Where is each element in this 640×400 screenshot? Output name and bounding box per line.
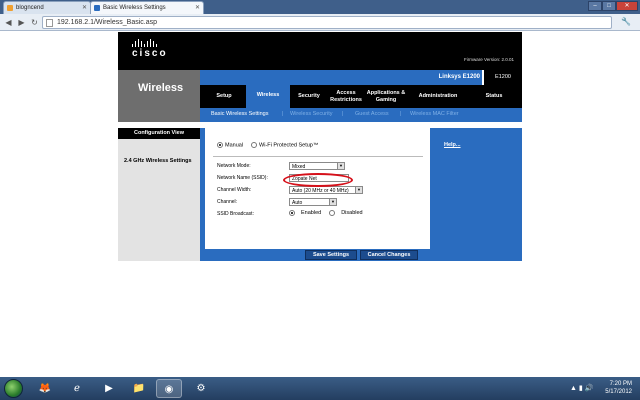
chrome-icon[interactable]: ◉ [156,379,182,398]
network-mode-select[interactable]: Mixed ▼ [289,162,345,170]
network-mode-label: Network Mode: [217,163,251,169]
model-short: E1200 [482,70,522,85]
clock-time: 7:20 PM [609,381,632,387]
subtab-separator: | [400,111,402,117]
windows-taskbar: 🦊 ℯ ▶ 📁 ◉ ⚙ ▲ ▮ 🔊 7:20 PM 5/17/2012 [0,377,640,400]
tab-security[interactable]: Security [290,85,328,108]
tab-label: blogncend [16,5,44,11]
left-panel: Configuration View 2.4 GHz Wireless Sett… [118,128,200,261]
firmware-version: Firmware Version: 2.0.01 [463,57,514,62]
tab-wireless[interactable]: Wireless [246,82,290,108]
tab-access-restrictions[interactable]: Access Restrictions [328,85,364,108]
broadcast-disabled-radio[interactable] [329,210,336,216]
network-mode-value: Mixed [292,164,306,170]
tab-label: Basic Wireless Settings [103,5,166,11]
section-title: Wireless [138,82,184,94]
close-window-icon[interactable]: ✕ [616,1,638,11]
subtab-basic-wireless[interactable]: Basic Wireless Settings [211,111,268,117]
window-controls: – □ ✕ [588,1,638,11]
cisco-header: cisco Firmware Version: 2.0.01 [118,32,522,70]
subtab-mac-filter[interactable]: Wireless MAC Filter [410,111,459,117]
wps-radio[interactable] [251,142,258,148]
save-settings-button[interactable]: Save Settings [305,250,357,260]
main-tabs: Setup Wireless Security Access Restricti… [200,82,522,108]
wrench-menu-icon[interactable]: 🔧 [620,17,632,28]
browser-toolbar: ◀ ▶ ↻ 192.168.2.1/Wireless_Basic.asp 🔧 [0,14,640,31]
channel-value: Auto [292,200,303,206]
sub-tabs: Basic Wireless Settings | Wireless Secur… [200,108,522,122]
title-block-fill [118,108,200,122]
tab-status[interactable]: Status [468,85,520,108]
system-tray-icons[interactable]: ▲ ▮ 🔊 [570,384,593,392]
firefox-icon[interactable]: 🦊 [32,379,58,398]
close-tab-icon[interactable]: ✕ [82,4,87,11]
help-panel: Help... [430,128,522,261]
ssid-broadcast-radios: Enabled Disabled [289,210,363,216]
section-label: 2.4 GHz Wireless Settings [124,158,192,164]
ssid-broadcast-label: SSID Broadcast: [217,211,254,217]
chevron-down-icon: ▼ [337,163,344,169]
channel-width-label: Channel Width: [217,187,252,193]
forward-arrow-icon[interactable]: ▶ [16,17,27,28]
browser-tab-strip: blogncend ✕ Basic Wireless Settings ✕ – … [0,0,640,14]
subtab-separator: | [282,111,284,117]
setup-mode-radios: Manual Wi-Fi Protected Setup™ [217,142,318,148]
wps-label: Wi-Fi Protected Setup™ [259,142,319,149]
cancel-changes-button[interactable]: Cancel Changes [360,250,418,260]
channel-label: Channel: [217,199,238,205]
file-explorer-icon[interactable]: 📁 [126,379,152,398]
reload-icon[interactable]: ↻ [29,17,40,28]
channel-width-value: Auto (20 MHz or 40 MHz) [292,188,349,194]
chevron-down-icon: ▼ [329,199,336,205]
media-player-icon[interactable]: ▶ [96,379,122,398]
wps-option[interactable]: Wi-Fi Protected Setup™ [251,142,318,148]
broadcast-enabled-radio[interactable] [289,210,295,216]
help-link[interactable]: Help... [444,142,461,148]
settings-form: Manual Wi-Fi Protected Setup™ Network Mo… [200,128,430,249]
internet-explorer-icon[interactable]: ℯ [64,379,90,398]
browser-tab-wireless[interactable]: Basic Wireless Settings ✕ [90,1,204,14]
model-name: Linksys E1200 [438,74,480,80]
form-divider [213,156,423,157]
tab-administration[interactable]: Administration [408,85,468,108]
ssid-highlight-ring [283,173,353,187]
action-bar: Save Settings Cancel Changes [200,249,430,261]
tab-applications-gaming[interactable]: Applications & Gaming [364,85,408,108]
close-tab-icon[interactable]: ✕ [195,4,200,11]
clock-date: 5/17/2012 [605,389,632,395]
minimize-icon[interactable]: – [588,1,602,11]
blog-favicon-icon [7,5,13,11]
maximize-icon[interactable]: □ [602,1,616,11]
tab-setup[interactable]: Setup [202,85,246,108]
page-icon [46,19,53,27]
network-tool-icon[interactable]: ⚙ [188,379,214,398]
chevron-down-icon: ▼ [355,187,362,193]
channel-width-select[interactable]: Auto (20 MHz or 40 MHz) ▼ [289,186,363,194]
cisco-logo: cisco [132,39,168,59]
address-url: 192.168.2.1/Wireless_Basic.asp [57,19,157,26]
manual-label: Manual [225,142,244,149]
router-favicon-icon [94,5,100,11]
router-page: cisco Firmware Version: 2.0.01 Linksys E… [0,32,640,377]
subtab-wireless-security[interactable]: Wireless Security [290,111,332,117]
cisco-logo-bars-icon [132,39,168,47]
subtab-guest-access[interactable]: Guest Access [355,111,389,117]
address-bar[interactable]: 192.168.2.1/Wireless_Basic.asp [42,16,612,29]
clock[interactable]: 7:20 PM 5/17/2012 [605,380,632,396]
section-title-block: Wireless [118,70,200,108]
channel-select[interactable]: Auto ▼ [289,198,337,206]
subtab-separator: | [342,111,344,117]
cisco-logo-text: cisco [132,48,168,59]
browser-tab-blog[interactable]: blogncend ✕ [3,1,91,14]
broadcast-disabled-label: Disabled [341,210,363,216]
manual-radio[interactable] [217,142,223,148]
broadcast-enabled-label: Enabled [301,210,322,216]
ssid-label: Network Name (SSID): [217,175,268,181]
back-arrow-icon[interactable]: ◀ [3,17,14,28]
start-button-icon[interactable] [4,379,23,398]
manual-option[interactable]: Manual [217,142,243,148]
config-view-header: Configuration View [118,128,200,139]
